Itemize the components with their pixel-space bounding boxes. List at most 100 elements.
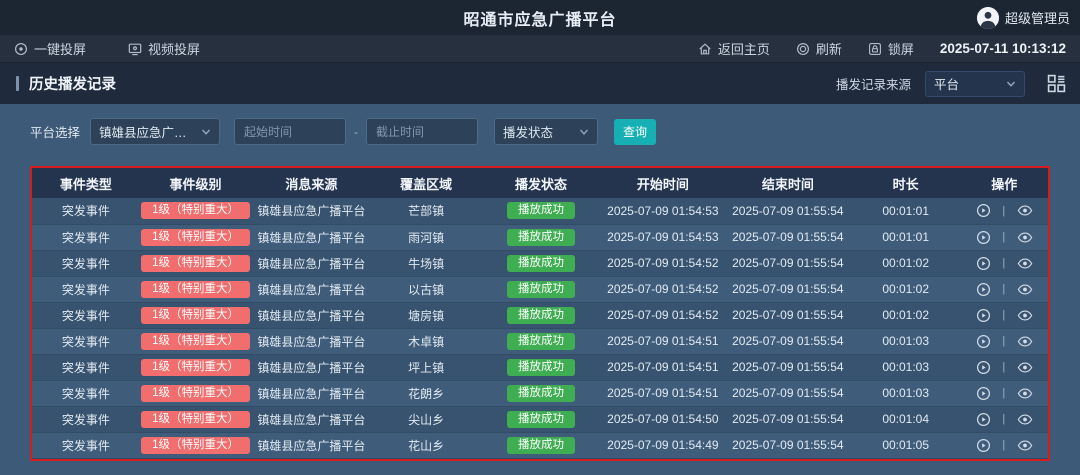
date-range-separator: - bbox=[354, 125, 358, 139]
platform-select-label: 平台选择 bbox=[30, 122, 80, 141]
top-header: 昭通市应急广播平台 超级管理员 bbox=[0, 0, 1080, 35]
nav-item-home[interactable]: 返回主页 bbox=[698, 39, 770, 58]
table-row: 突发事件 1级（特别重大） 镇雄县应急广播平台 花朗乡 播放成功 2025-07… bbox=[32, 380, 1048, 406]
column-header: 播发状态 bbox=[481, 168, 601, 198]
duration: 00:01:02 bbox=[882, 308, 929, 322]
view-eye-icon[interactable] bbox=[1017, 203, 1033, 218]
duration: 00:01:04 bbox=[882, 412, 929, 426]
nav-item-refresh[interactable]: 刷新 bbox=[796, 39, 842, 58]
message-source: 镇雄县应急广播平台 bbox=[257, 283, 365, 297]
status-badge: 播放成功 bbox=[507, 281, 575, 298]
duration: 00:01:02 bbox=[882, 256, 929, 270]
nav-item-label: 一键投屏 bbox=[34, 39, 86, 58]
nav-item-label: 锁屏 bbox=[888, 39, 914, 58]
play-record-icon[interactable] bbox=[976, 230, 991, 245]
start-time: 2025-07-09 01:54:51 bbox=[607, 360, 718, 374]
message-source: 镇雄县应急广播平台 bbox=[257, 439, 365, 453]
level-badge: 1级（特别重大） bbox=[141, 333, 250, 350]
view-eye-icon[interactable] bbox=[1017, 282, 1033, 297]
user-menu[interactable]: 超级管理员 bbox=[977, 0, 1070, 35]
play-record-icon[interactable] bbox=[976, 412, 991, 427]
coverage-region: 尖山乡 bbox=[408, 413, 444, 427]
event-type: 突发事件 bbox=[62, 283, 110, 297]
play-record-icon[interactable] bbox=[976, 203, 991, 218]
play-record-icon[interactable] bbox=[976, 386, 991, 401]
event-type: 突发事件 bbox=[62, 387, 110, 401]
status-badge: 播放成功 bbox=[507, 333, 575, 350]
status-badge: 播放成功 bbox=[507, 202, 575, 219]
view-eye-icon[interactable] bbox=[1017, 412, 1033, 427]
lock-icon bbox=[868, 42, 882, 56]
secondary-nav: 一键投屏 视频投屏 返回主页 刷新 锁屏 2025-07- bbox=[0, 35, 1080, 63]
level-badge: 1级（特别重大） bbox=[141, 411, 250, 428]
nav-item-label: 返回主页 bbox=[718, 39, 770, 58]
view-eye-icon[interactable] bbox=[1017, 308, 1033, 323]
start-time: 2025-07-09 01:54:52 bbox=[607, 282, 718, 296]
play-record-icon[interactable] bbox=[976, 282, 991, 297]
end-time: 2025-07-09 01:55:54 bbox=[732, 230, 843, 244]
play-record-icon[interactable] bbox=[976, 360, 991, 375]
play-record-icon[interactable] bbox=[976, 256, 991, 271]
start-time: 2025-07-09 01:54:51 bbox=[607, 386, 718, 400]
level-badge: 1级（特别重大） bbox=[141, 202, 250, 219]
coverage-region: 雨河镇 bbox=[408, 231, 444, 245]
end-time: 2025-07-09 01:55:54 bbox=[732, 308, 843, 322]
status-badge: 播放成功 bbox=[507, 437, 575, 454]
op-separator: | bbox=[1002, 257, 1005, 269]
play-record-icon[interactable] bbox=[976, 438, 991, 453]
view-eye-icon[interactable] bbox=[1017, 334, 1033, 349]
message-source: 镇雄县应急广播平台 bbox=[257, 387, 365, 401]
duration: 00:01:03 bbox=[882, 334, 929, 348]
level-badge: 1级（特别重大） bbox=[141, 385, 250, 402]
view-eye-icon[interactable] bbox=[1017, 386, 1033, 401]
app-title: 昭通市应急广播平台 bbox=[463, 6, 616, 30]
chevron-down-icon bbox=[201, 127, 211, 137]
level-badge: 1级（特别重大） bbox=[141, 437, 250, 454]
layout-toggle-icon[interactable] bbox=[1047, 74, 1066, 93]
user-name: 超级管理员 bbox=[1005, 8, 1070, 27]
coverage-region: 坪上镇 bbox=[408, 361, 444, 375]
play-record-icon[interactable] bbox=[976, 334, 991, 349]
column-header: 时长 bbox=[851, 168, 961, 198]
record-source-select[interactable]: 平台 bbox=[925, 71, 1025, 97]
duration: 00:01:02 bbox=[882, 282, 929, 296]
nav-item-screen-cast[interactable]: 一键投屏 bbox=[14, 39, 86, 58]
coverage-region: 花朗乡 bbox=[408, 387, 444, 401]
broadcast-status-select[interactable]: 播发状态 bbox=[494, 118, 598, 145]
event-type: 突发事件 bbox=[62, 335, 110, 349]
platform-select[interactable]: 镇雄县应急广播... bbox=[90, 118, 220, 145]
column-header: 事件级别 bbox=[140, 168, 252, 198]
view-eye-icon[interactable] bbox=[1017, 438, 1033, 453]
start-time-input[interactable] bbox=[234, 118, 346, 145]
start-time: 2025-07-09 01:54:53 bbox=[607, 204, 718, 218]
start-time: 2025-07-09 01:54:52 bbox=[607, 256, 718, 270]
search-button[interactable]: 查询 bbox=[614, 119, 656, 145]
start-time: 2025-07-09 01:54:49 bbox=[607, 438, 718, 452]
view-eye-icon[interactable] bbox=[1017, 256, 1033, 271]
level-badge: 1级（特别重大） bbox=[141, 281, 250, 298]
current-datetime: 2025-07-11 10:13:12 bbox=[940, 41, 1066, 56]
end-time: 2025-07-09 01:55:54 bbox=[732, 360, 843, 374]
duration: 00:01:03 bbox=[882, 386, 929, 400]
home-icon bbox=[698, 42, 712, 56]
coverage-region: 牛场镇 bbox=[408, 257, 444, 271]
view-eye-icon[interactable] bbox=[1017, 230, 1033, 245]
end-time: 2025-07-09 01:55:54 bbox=[732, 282, 843, 296]
op-separator: | bbox=[1002, 309, 1005, 321]
view-eye-icon[interactable] bbox=[1017, 360, 1033, 375]
message-source: 镇雄县应急广播平台 bbox=[257, 361, 365, 375]
duration: 00:01:01 bbox=[882, 230, 929, 244]
table-row: 突发事件 1级（特别重大） 镇雄县应急广播平台 花山乡 播放成功 2025-07… bbox=[32, 432, 1048, 458]
op-separator: | bbox=[1002, 205, 1005, 217]
level-badge: 1级（特别重大） bbox=[141, 255, 250, 272]
op-separator: | bbox=[1002, 231, 1005, 243]
op-separator: | bbox=[1002, 335, 1005, 347]
refresh-icon bbox=[796, 42, 810, 56]
end-time-input[interactable] bbox=[366, 118, 478, 145]
play-record-icon[interactable] bbox=[976, 308, 991, 323]
status-badge: 播放成功 bbox=[507, 307, 575, 324]
level-badge: 1级（特别重大） bbox=[141, 307, 250, 324]
nav-item-video-cast[interactable]: 视频投屏 bbox=[128, 39, 200, 58]
nav-item-lock-screen[interactable]: 锁屏 bbox=[868, 39, 914, 58]
history-table-annotated: 事件类型事件级别消息来源覆盖区域播发状态开始时间结束时间时长操作 突发事件 1级… bbox=[30, 166, 1050, 461]
